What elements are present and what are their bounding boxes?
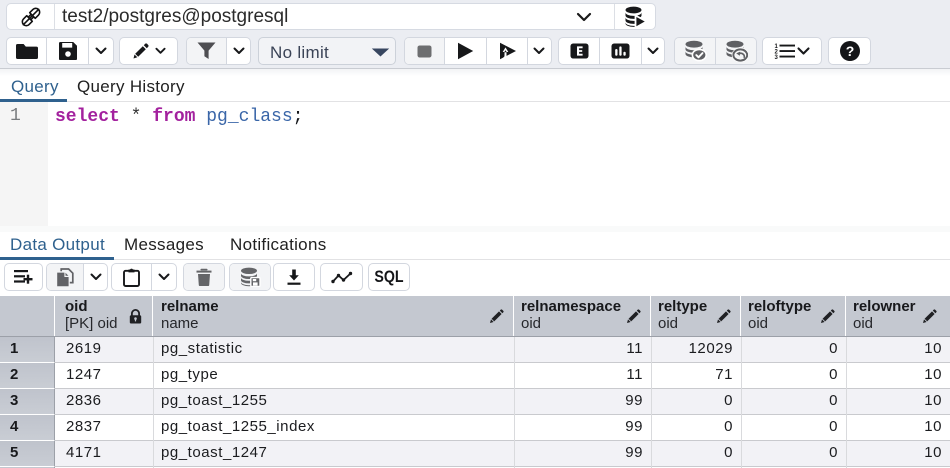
svg-text:?: ?: [845, 43, 854, 59]
svg-text:3: 3: [775, 55, 779, 61]
